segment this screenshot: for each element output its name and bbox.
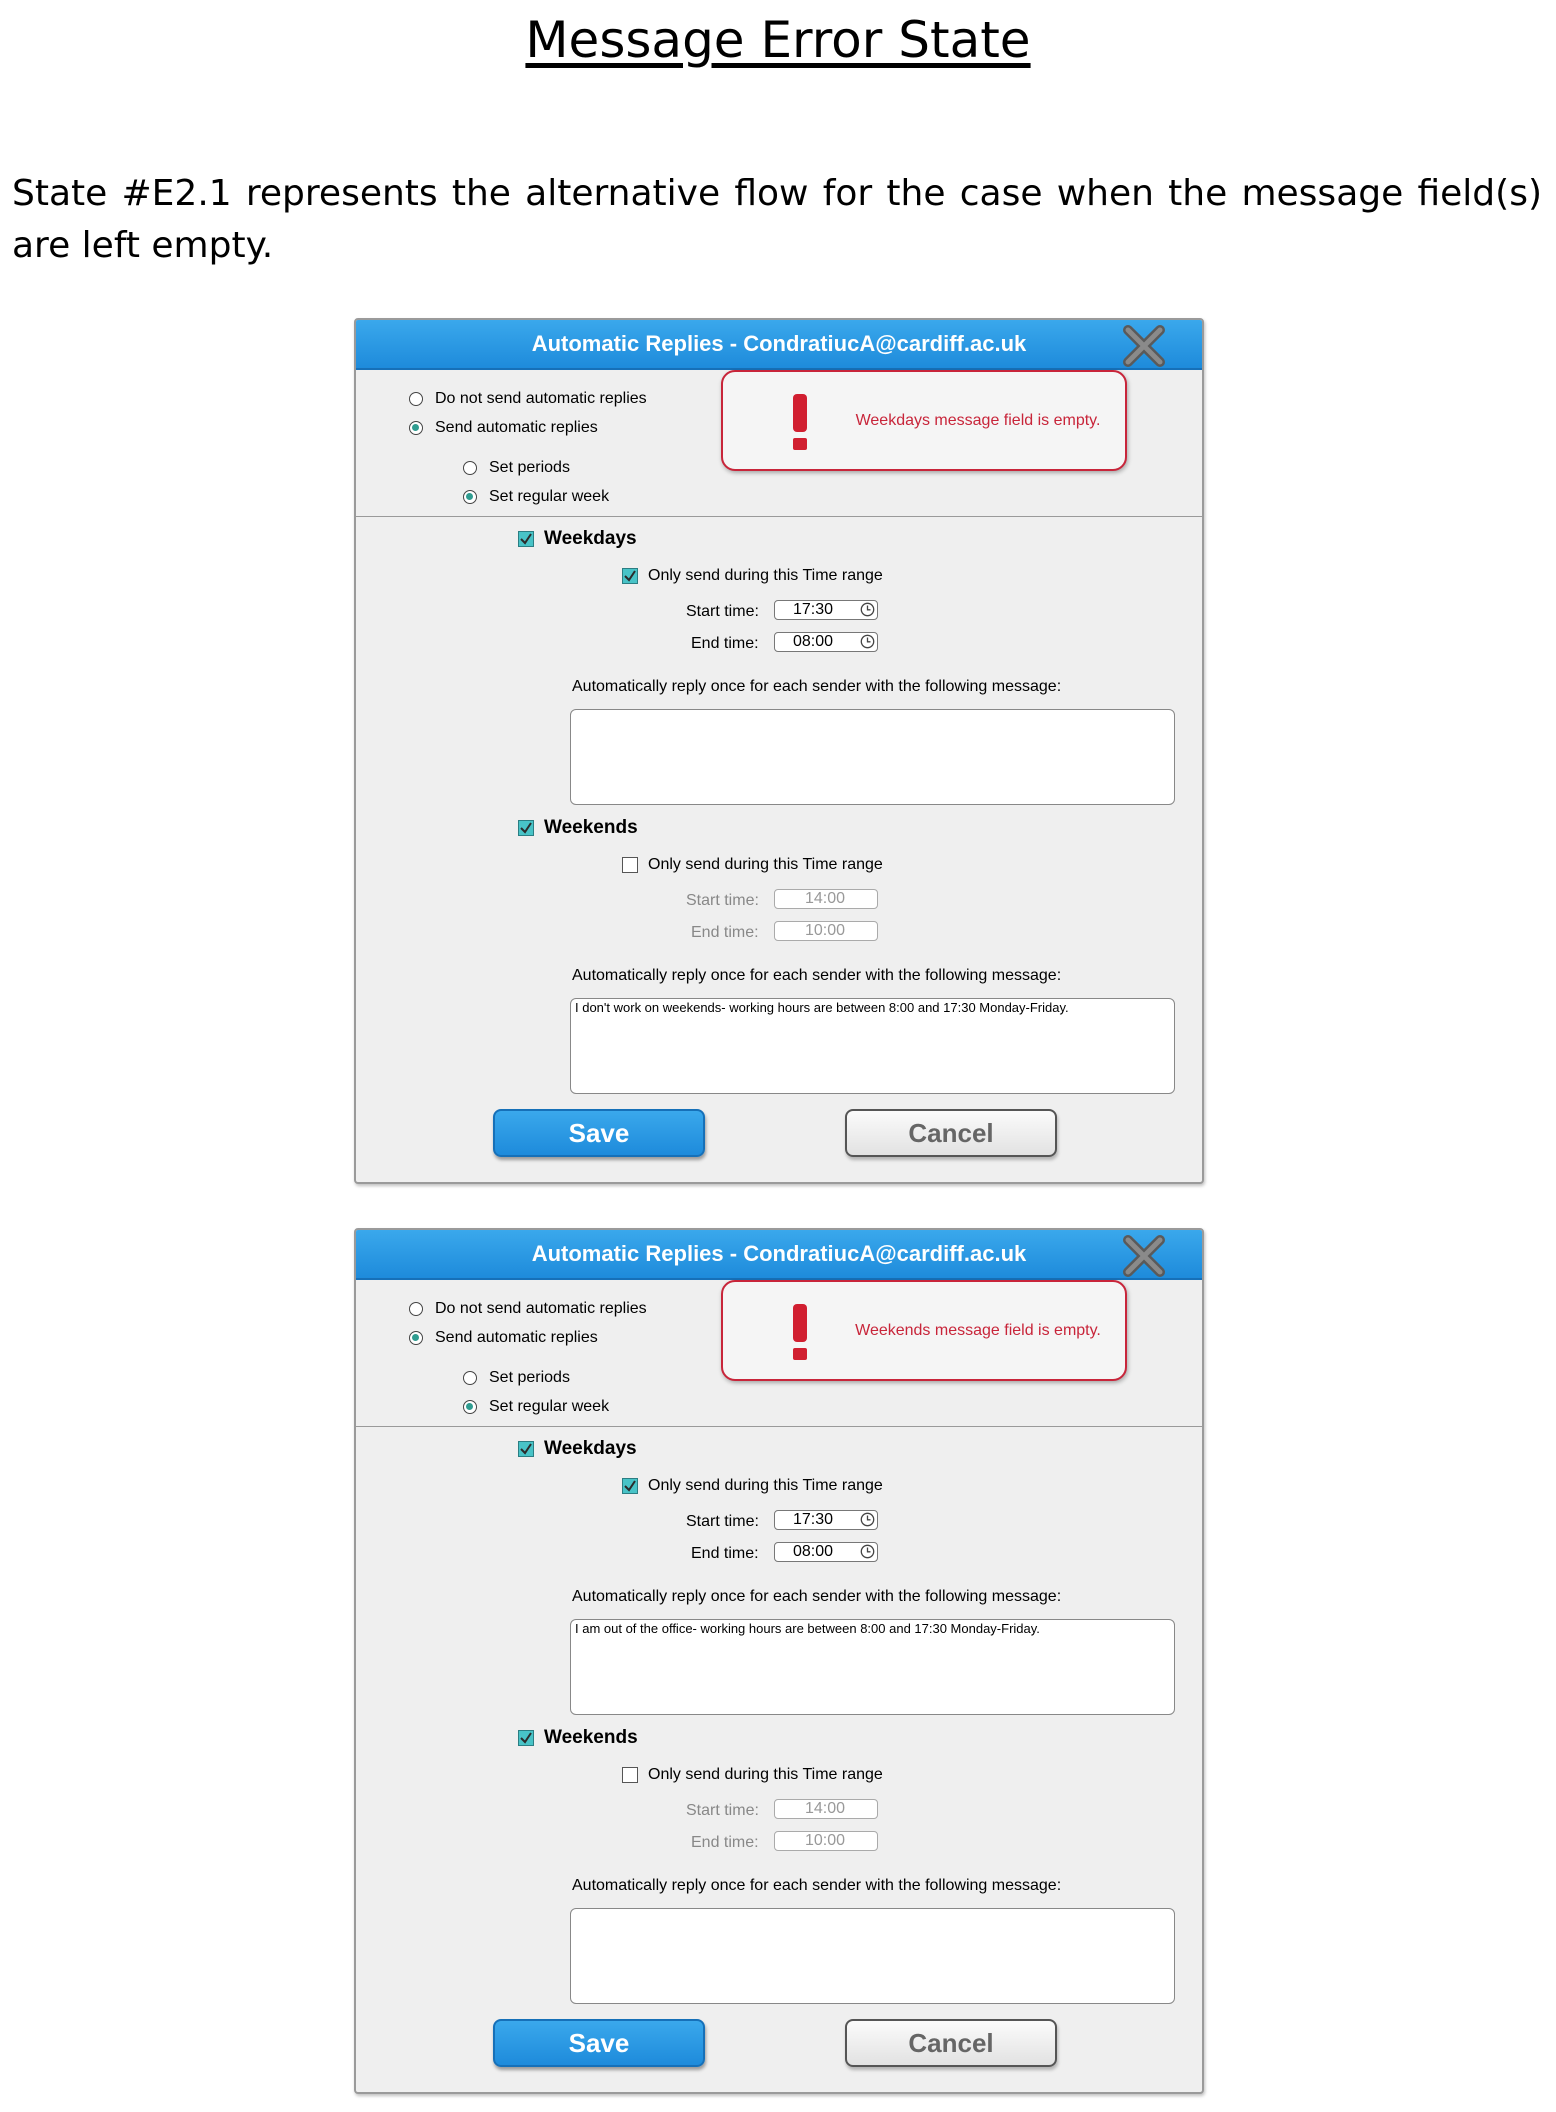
weekends-start-label: Start time: <box>686 892 759 909</box>
weekdays-start-label: Start time: <box>686 603 759 620</box>
time-value: 17:30 <box>792 601 834 618</box>
save-button[interactable]: Save <box>493 2019 705 2067</box>
weekdays-start-label: Start time: <box>686 1513 759 1530</box>
document-paragraph: State #E2.1 represents the alternative f… <box>12 173 1542 266</box>
radio-set-regular-week[interactable] <box>463 490 477 504</box>
clock-icon[interactable] <box>860 602 875 617</box>
weekdays-message-textarea[interactable] <box>570 709 1175 805</box>
radio-set-regular-week-label: Set regular week <box>489 488 610 505</box>
radio-send[interactable] <box>409 1331 423 1345</box>
weekends-message-textarea[interactable] <box>570 1908 1175 2004</box>
error-box: Weekdays message field is empty. <box>721 370 1127 471</box>
radio-do-not-send-label: Do not send automatic replies <box>435 1300 647 1317</box>
automatic-replies-dialog: Automatic Replies - CondratiucA@cardiff.… <box>354 318 1204 1184</box>
weekdays-checkbox[interactable] <box>518 531 534 547</box>
weekends-message-textarea[interactable]: I don't work on weekends- working hours … <box>570 998 1175 1094</box>
weekends-start-time-field[interactable]: 14:00 <box>774 889 878 909</box>
radio-set-periods-label: Set periods <box>489 459 570 476</box>
weekends-end-time-field[interactable]: 10:00 <box>774 1831 878 1851</box>
weekdays-end-label: End time: <box>691 1545 759 1562</box>
weekends-time-range-checkbox[interactable] <box>622 857 638 873</box>
weekdays-time-range-checkbox[interactable] <box>622 568 638 584</box>
exclamation-icon <box>793 1304 807 1360</box>
weekends-time-range-label: Only send during this Time range <box>648 1766 883 1783</box>
weekdays-time-range-label: Only send during this Time range <box>648 1477 883 1494</box>
weekends-start-label: Start time: <box>686 1802 759 1819</box>
radio-send-label: Send automatic replies <box>435 419 598 436</box>
clock-icon[interactable] <box>860 1544 875 1559</box>
weekdays-end-time-field[interactable]: 08:00 <box>774 1542 878 1562</box>
weekdays-start-time-field[interactable]: 17:30 <box>774 600 878 620</box>
time-value: 08:00 <box>792 1543 834 1560</box>
weekends-label: Weekends <box>544 1727 638 1748</box>
weekends-checkbox[interactable] <box>518 820 534 836</box>
radio-do-not-send[interactable] <box>409 392 423 406</box>
weekends-label: Weekends <box>544 817 638 838</box>
clock-icon[interactable] <box>860 1512 875 1527</box>
clock-icon[interactable] <box>860 634 875 649</box>
time-value: 08:00 <box>792 633 834 650</box>
save-button[interactable]: Save <box>493 1109 705 1157</box>
weekdays-message-label: Automatically reply once for each sender… <box>572 678 1062 695</box>
radio-set-periods-label: Set periods <box>489 1369 570 1386</box>
weekdays-time-range-label: Only send during this Time range <box>648 567 883 584</box>
weekdays-label: Weekdays <box>544 528 637 549</box>
weekdays-label: Weekdays <box>544 1438 637 1459</box>
weekends-end-label: End time: <box>691 1834 759 1851</box>
time-value: 14:00 <box>804 890 846 907</box>
close-icon[interactable] <box>1120 322 1168 370</box>
dialog-titlebar: Automatic Replies - CondratiucA@cardiff.… <box>356 320 1202 370</box>
weekends-end-time-field[interactable]: 10:00 <box>774 921 878 941</box>
radio-set-regular-week[interactable] <box>463 1400 477 1414</box>
weekdays-checkbox[interactable] <box>518 1441 534 1457</box>
dialog-titlebar: Automatic Replies - CondratiucA@cardiff.… <box>356 1230 1202 1280</box>
weekdays-time-range-checkbox[interactable] <box>622 1478 638 1494</box>
time-value: 17:30 <box>792 1511 834 1528</box>
cancel-button[interactable]: Cancel <box>845 1109 1057 1157</box>
weekends-end-label: End time: <box>691 924 759 941</box>
document-title: Message Error State <box>525 11 1031 69</box>
error-box: Weekends message field is empty. <box>721 1280 1127 1381</box>
automatic-replies-dialog: Automatic Replies - CondratiucA@cardiff.… <box>354 1228 1204 2094</box>
radio-set-regular-week-label: Set regular week <box>489 1398 610 1415</box>
time-value: 10:00 <box>804 922 846 939</box>
dialog-title: Automatic Replies - CondratiucA@cardiff.… <box>531 331 1027 356</box>
radio-set-periods[interactable] <box>463 1371 477 1385</box>
weekends-message-label: Automatically reply once for each sender… <box>572 1877 1062 1894</box>
error-message: Weekdays message field is empty. <box>855 412 1101 429</box>
weekends-checkbox[interactable] <box>518 1730 534 1746</box>
radio-set-periods[interactable] <box>463 461 477 475</box>
weekdays-end-time-field[interactable]: 08:00 <box>774 632 878 652</box>
radio-do-not-send-label: Do not send automatic replies <box>435 390 647 407</box>
cancel-button[interactable]: Cancel <box>845 2019 1057 2067</box>
divider <box>356 516 1202 517</box>
weekends-time-range-label: Only send during this Time range <box>648 856 883 873</box>
weekdays-message-label: Automatically reply once for each sender… <box>572 1588 1062 1605</box>
close-icon[interactable] <box>1120 1232 1168 1280</box>
weekends-message-label: Automatically reply once for each sender… <box>572 967 1062 984</box>
dialog-title: Automatic Replies - CondratiucA@cardiff.… <box>531 1241 1027 1266</box>
divider <box>356 1426 1202 1427</box>
exclamation-icon <box>793 394 807 450</box>
time-value: 14:00 <box>804 1800 846 1817</box>
time-value: 10:00 <box>804 1832 846 1849</box>
radio-do-not-send[interactable] <box>409 1302 423 1316</box>
radio-send[interactable] <box>409 421 423 435</box>
error-message: Weekends message field is empty. <box>855 1322 1101 1339</box>
weekdays-start-time-field[interactable]: 17:30 <box>774 1510 878 1530</box>
radio-send-label: Send automatic replies <box>435 1329 598 1346</box>
weekends-time-range-checkbox[interactable] <box>622 1767 638 1783</box>
weekdays-message-textarea[interactable]: I am out of the office- working hours ar… <box>570 1619 1175 1715</box>
weekends-start-time-field[interactable]: 14:00 <box>774 1799 878 1819</box>
weekdays-end-label: End time: <box>691 635 759 652</box>
